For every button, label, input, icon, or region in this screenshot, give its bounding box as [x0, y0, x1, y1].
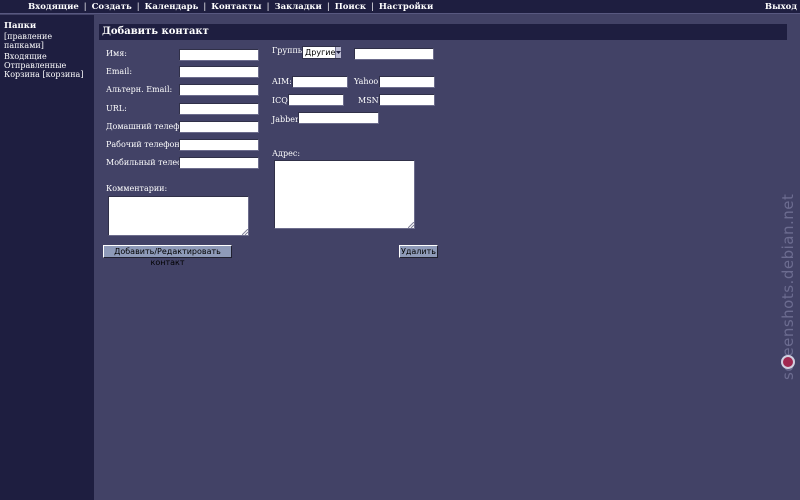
- aim-label: AIM:: [272, 77, 292, 86]
- email-label: Email:: [106, 67, 133, 76]
- menu-search[interactable]: Поиск: [330, 2, 371, 12]
- page-title: Добавить контакт: [102, 26, 209, 37]
- folder-sent[interactable]: Отправленные: [4, 61, 83, 70]
- form-header: Добавить контакт: [99, 24, 787, 40]
- dropdown-arrow-icon[interactable]: [335, 47, 342, 58]
- menu-inbox[interactable]: Входящие: [23, 2, 84, 12]
- menu-compose[interactable]: Создать: [87, 2, 137, 12]
- name-field[interactable]: [179, 49, 259, 61]
- url-field[interactable]: [179, 103, 259, 115]
- yahoo-label: Yahoo:: [354, 77, 381, 86]
- jabber-field[interactable]: [298, 112, 379, 124]
- menu-calendar[interactable]: Календарь: [140, 2, 204, 12]
- comments-textarea[interactable]: [108, 196, 249, 236]
- main-content: Добавить контакт Имя: Email: Альтерн. Em…: [94, 15, 800, 500]
- home-phone-field[interactable]: [179, 121, 259, 133]
- menu-contacts[interactable]: Контакты: [206, 2, 266, 12]
- resize-grip-icon[interactable]: [408, 222, 414, 228]
- address-label: Адрес:: [272, 149, 301, 158]
- name-label: Имя:: [106, 49, 127, 58]
- msn-field[interactable]: [379, 94, 435, 106]
- main-menu: Входящие | Создать | Календарь | Контакт…: [23, 2, 438, 12]
- address-wrapper: [274, 160, 415, 229]
- new-group-field[interactable]: [354, 48, 434, 60]
- icq-field[interactable]: [288, 94, 344, 106]
- menu-settings[interactable]: Настройки: [374, 2, 438, 12]
- watermark: screenshots.debian.net: [779, 130, 797, 380]
- comments-label: Комментарии:: [106, 184, 168, 193]
- folders-sidebar: Папки [правление папками] Входящие Отпра…: [0, 15, 94, 500]
- debian-logo-icon: [781, 355, 795, 369]
- yahoo-field[interactable]: [379, 76, 435, 88]
- url-label: URL:: [106, 104, 127, 113]
- alt-email-field[interactable]: [179, 84, 259, 96]
- folder-inbox[interactable]: Входящие: [4, 52, 83, 61]
- address-textarea[interactable]: [274, 160, 415, 229]
- folder-trash[interactable]: Корзина [корзина]: [4, 70, 83, 79]
- menu-bookmarks[interactable]: Закладки: [269, 2, 326, 12]
- logout-link[interactable]: Выход: [765, 2, 797, 12]
- group-select[interactable]: Другие: [302, 46, 342, 59]
- work-phone-field[interactable]: [179, 139, 259, 151]
- group-selected-value: Другие: [305, 48, 336, 57]
- aim-field[interactable]: [292, 76, 348, 88]
- folder-list: Входящие Отправленные Корзина [корзина]: [4, 52, 83, 79]
- add-edit-contact-button[interactable]: Добавить/Редактировать контакт: [103, 245, 232, 267]
- resize-grip-icon[interactable]: [242, 229, 248, 235]
- top-menu-bar: Входящие | Создать | Календарь | Контакт…: [0, 0, 800, 14]
- msn-label: MSN:: [358, 96, 382, 105]
- mobile-phone-field[interactable]: [179, 157, 259, 169]
- work-phone-label: Рабочий телефон:: [106, 140, 183, 149]
- alt-email-label: Альтерн. Email:: [106, 85, 173, 94]
- email-field[interactable]: [179, 66, 259, 78]
- folders-title: Папки: [4, 21, 37, 31]
- watermark-text: screenshots.debian.net: [779, 193, 797, 380]
- delete-button[interactable]: Удалить: [399, 245, 438, 258]
- comments-wrapper: [108, 196, 249, 236]
- manage-folders-link[interactable]: [правление папками]: [4, 32, 94, 50]
